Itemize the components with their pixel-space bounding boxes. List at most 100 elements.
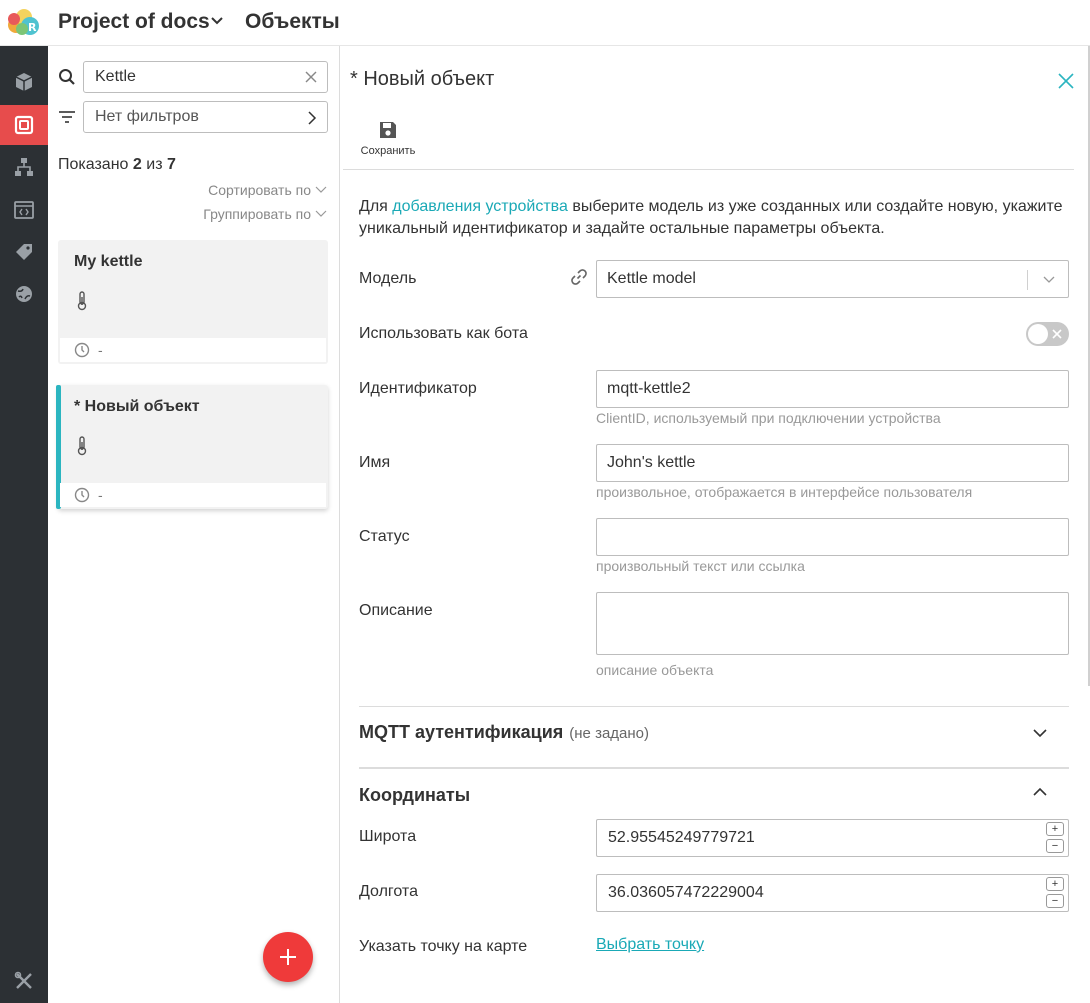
thermometer-icon (77, 436, 87, 456)
tools-icon (14, 971, 32, 989)
identifier-hint: ClientID, используемый при подключении у… (596, 410, 941, 426)
model-label: Модель (359, 270, 417, 287)
shown-total-value: 7 (166, 156, 176, 173)
divider (359, 706, 1069, 707)
object-card-time: - (98, 342, 103, 358)
intro-text: Для (359, 198, 393, 215)
rail-item-geo[interactable] (0, 274, 48, 314)
object-form-panel: * Новый объект Сохранить Для добавления … (341, 46, 1090, 1003)
object-card-footer: - (60, 483, 326, 507)
model-select[interactable]: Kettle model (596, 260, 1069, 298)
hierarchy-icon (15, 158, 33, 176)
clock-icon (74, 487, 90, 503)
name-hint: произвольное, отображается в интерфейсе … (596, 484, 973, 500)
code-window-icon (14, 201, 34, 219)
coordinates-title: Координаты (359, 785, 471, 805)
mqtt-auth-status: (не задано) (569, 725, 650, 742)
status-field[interactable] (596, 518, 1069, 556)
shown-prefix: Показано (58, 156, 129, 173)
nav-rail (0, 46, 48, 1003)
mqtt-auth-section[interactable]: MQTT аутентификация (не задано) (359, 722, 649, 743)
increment-button[interactable]: + (1046, 822, 1064, 836)
chevron-right-icon (308, 111, 317, 125)
save-button[interactable]: Сохранить (357, 120, 419, 160)
tag-icon (16, 244, 32, 260)
link-icon[interactable] (570, 268, 588, 286)
chevron-down-icon (315, 210, 327, 217)
description-hint: описание объекта (596, 662, 714, 678)
group-dropdown[interactable]: Группировать по (203, 206, 327, 222)
rail-item-apps[interactable] (0, 190, 48, 230)
latitude-field[interactable]: 52.95545249779721 + − (596, 819, 1069, 857)
save-label: Сохранить (360, 145, 416, 157)
form-title: * Новый объект (350, 68, 495, 90)
project-name[interactable]: Project of docs (58, 10, 210, 34)
identifier-label: Идентификатор (359, 380, 477, 397)
add-device-link[interactable]: добавления устройства (392, 198, 568, 215)
longitude-field[interactable]: 36.036057472229004 + − (596, 874, 1069, 912)
chevron-down-icon[interactable] (1032, 727, 1048, 739)
plus-icon (280, 949, 296, 965)
rail-item-models[interactable] (0, 62, 48, 102)
coordinates-section[interactable]: Координаты (359, 785, 470, 806)
close-icon (1052, 329, 1062, 339)
description-label: Описание (359, 602, 433, 619)
bot-label: Использовать как бота (359, 325, 528, 342)
clear-search-icon[interactable] (303, 69, 319, 85)
sort-dropdown[interactable]: Сортировать по (208, 182, 327, 198)
longitude-value: 36.036057472229004 (608, 884, 764, 901)
bot-toggle[interactable] (1026, 322, 1069, 346)
svg-text:R: R (28, 21, 37, 34)
rail-item-tools[interactable] (0, 961, 48, 1001)
description-field[interactable] (596, 592, 1069, 655)
toggle-knob (1028, 324, 1048, 344)
globe-icon (16, 286, 32, 302)
name-field[interactable] (596, 444, 1069, 482)
search-input[interactable] (83, 61, 328, 93)
select-separator (1027, 270, 1028, 290)
pick-point-link[interactable]: Выбрать точку (596, 936, 704, 954)
objects-list-panel: Нет фильтров Показано 2 из 7 Сортировать… (48, 46, 340, 1003)
rail-item-tags[interactable] (0, 232, 48, 272)
app-logo-icon[interactable]: R (4, 5, 44, 39)
mqtt-auth-title: MQTT аутентификация (359, 722, 564, 742)
chevron-down-icon (1043, 276, 1055, 283)
filters-label: Нет фильтров (95, 108, 199, 125)
identifier-field[interactable] (596, 370, 1069, 408)
group-label: Группировать по (203, 206, 311, 222)
search-icon (59, 69, 75, 85)
object-card-time: - (98, 487, 103, 503)
page-title: Объекты (245, 10, 340, 33)
chevron-down-icon[interactable] (208, 12, 226, 30)
object-card[interactable]: My kettle - (58, 240, 328, 364)
increment-button[interactable]: + (1046, 877, 1064, 891)
shown-count-value: 2 (132, 156, 142, 173)
object-card-selected[interactable]: * Новый объект - (56, 385, 328, 509)
latitude-value: 52.95545249779721 (608, 829, 755, 846)
chevron-up-icon[interactable] (1032, 786, 1048, 798)
rail-item-objects[interactable] (0, 105, 48, 145)
decrement-button[interactable]: − (1046, 894, 1064, 908)
filter-icon (59, 111, 75, 123)
shown-mid: из (146, 156, 163, 173)
status-label: Статус (359, 528, 410, 545)
top-bar: R Project of docs Объекты (0, 0, 1090, 46)
divider (343, 169, 1074, 170)
add-object-button[interactable] (263, 932, 313, 982)
longitude-label: Долгота (359, 883, 418, 900)
object-card-footer: - (60, 338, 326, 362)
status-hint: произвольный текст или ссылка (596, 558, 805, 574)
filters-selector[interactable]: Нет фильтров (83, 101, 328, 133)
close-icon[interactable] (1057, 72, 1075, 90)
form-intro: Для добавления устройства выберите модел… (359, 196, 1069, 240)
shown-count: Показано 2 из 7 (58, 156, 176, 174)
objects-icon (14, 115, 34, 135)
object-card-title: * Новый объект (74, 398, 200, 415)
floppy-disk-icon (380, 122, 396, 138)
decrement-button[interactable]: − (1046, 839, 1064, 853)
thermometer-icon (77, 291, 87, 311)
latitude-label: Широта (359, 828, 417, 845)
object-card-title: My kettle (74, 253, 143, 270)
rail-item-hierarchy[interactable] (0, 147, 48, 187)
chevron-down-icon (315, 186, 327, 193)
